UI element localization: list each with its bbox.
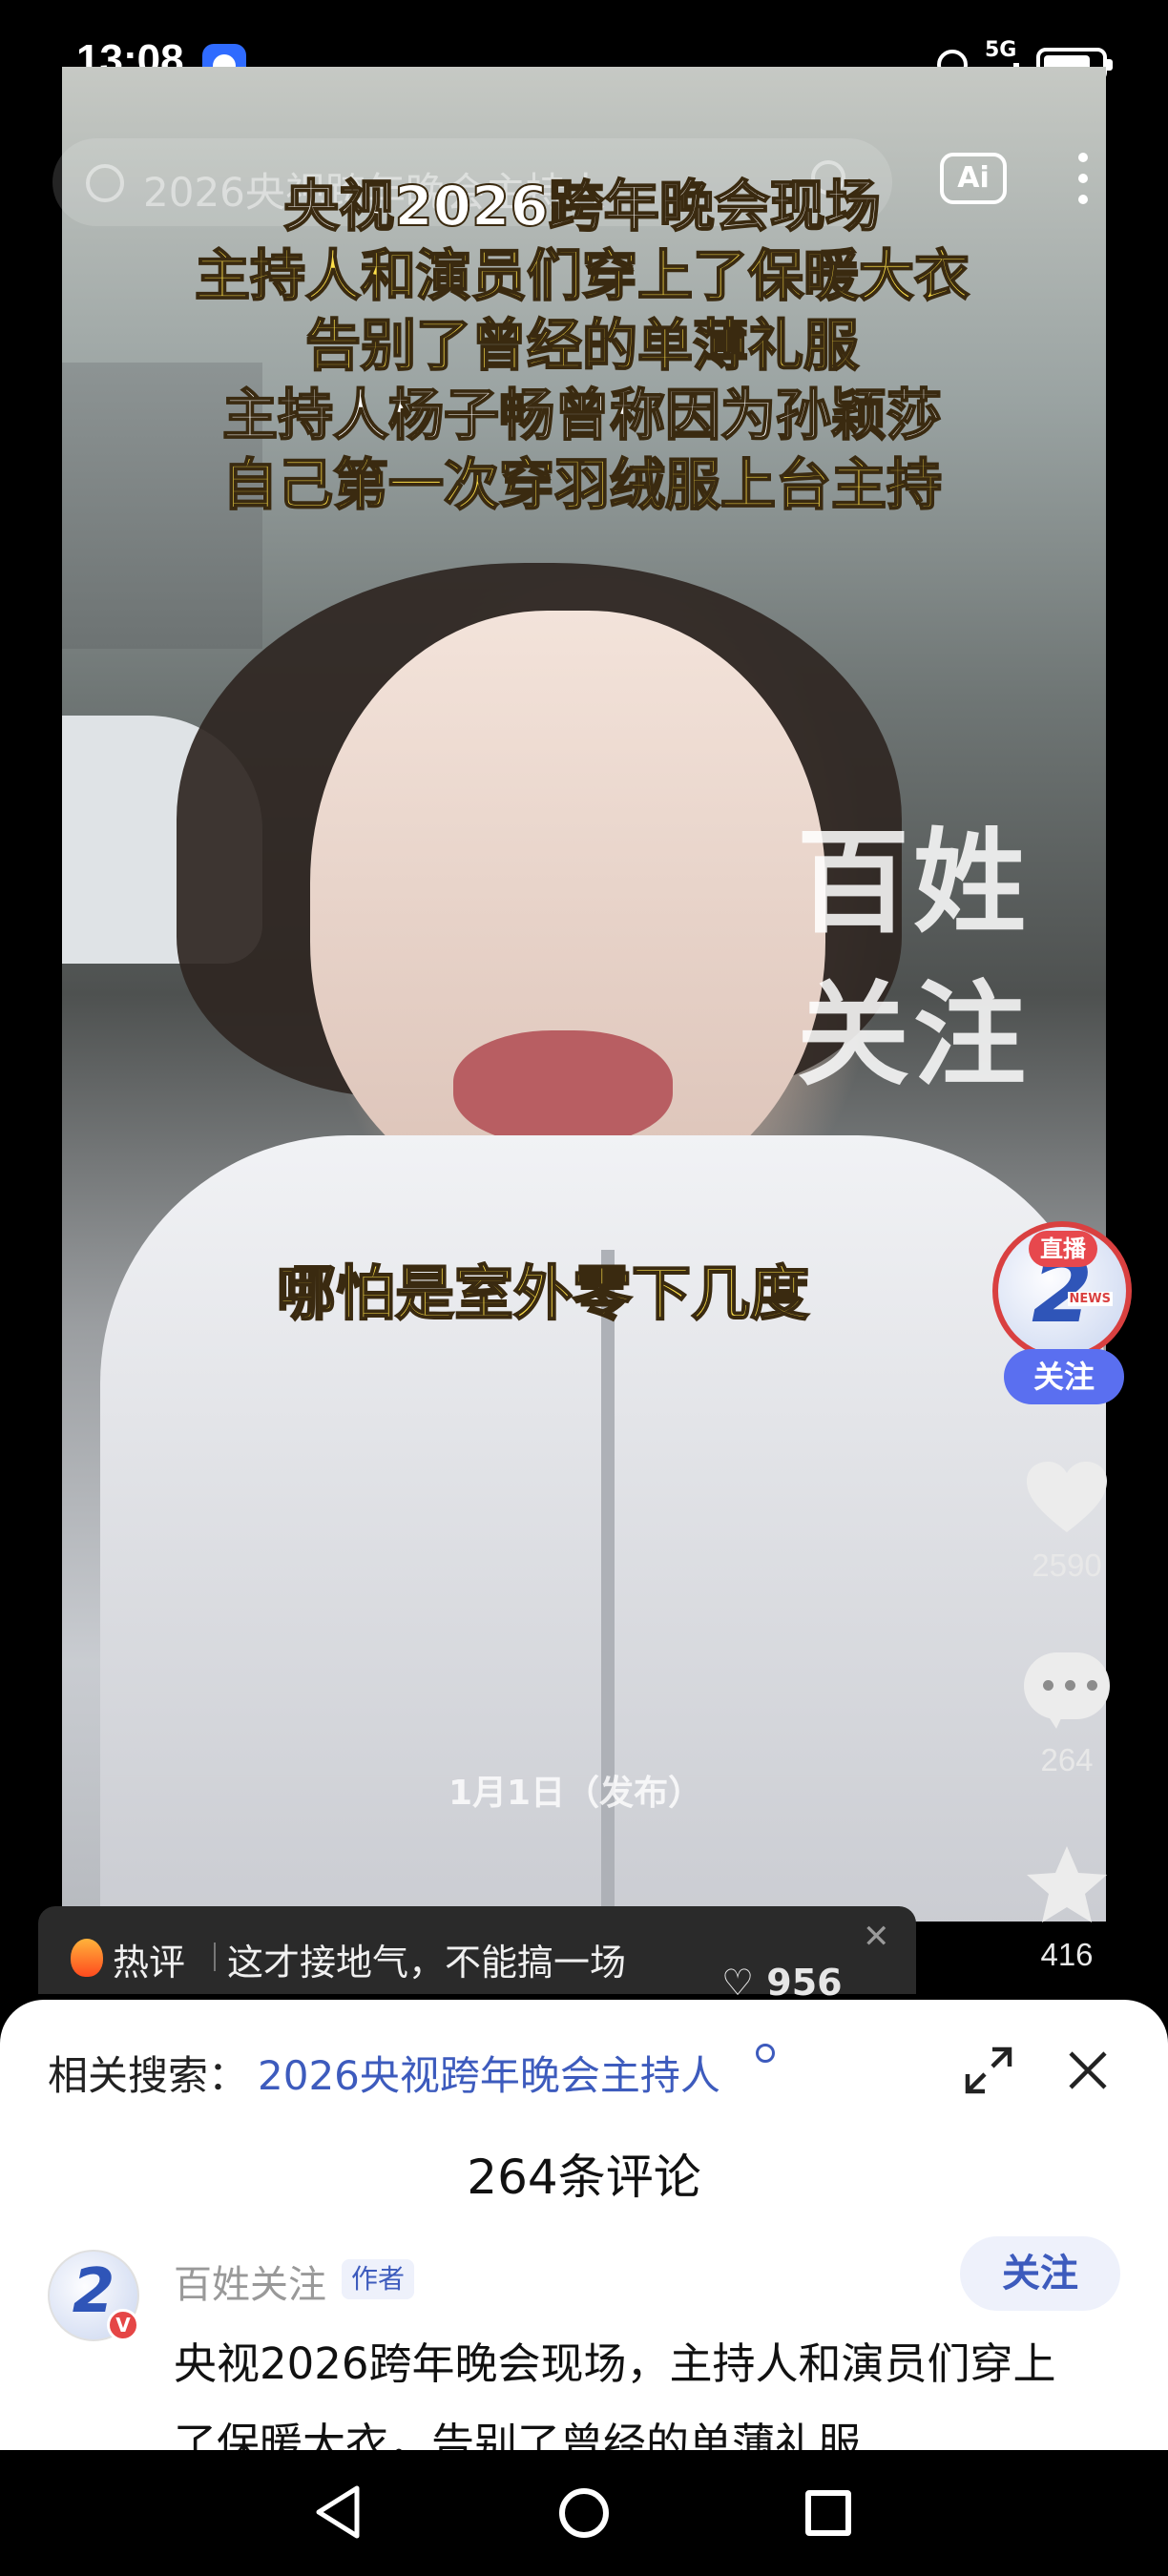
video-captions: 央视2026跨年晚会现场 主持人和演员们穿上了保暖大衣 告别了曾经的单薄礼服 主… [134, 172, 1031, 520]
expand-icon[interactable] [964, 2046, 1013, 2095]
comments-title: 264条评论 [467, 2150, 701, 2205]
caption-line: 央视2026跨年晚会现场 [282, 173, 881, 239]
author-follow-button[interactable]: 关注 [960, 2236, 1120, 2311]
hot-comment-like-count: 956 [766, 1962, 843, 2004]
hot-comment-like[interactable]: ♡ 956 [721, 1962, 843, 2004]
comment-icon[interactable] [1024, 1652, 1110, 1735]
live-badge[interactable]: 直播 [1029, 1231, 1097, 1267]
related-search-label: 相关搜索： [48, 2052, 249, 2099]
caption-line: 主持人和演员们穿上了保暖大衣 [194, 242, 970, 309]
home-icon[interactable] [559, 2488, 609, 2538]
more-options-icon[interactable] [1076, 153, 1090, 210]
author-tag: 作者 [342, 2259, 415, 2299]
navigation-bar [0, 2450, 1168, 2576]
follow-button[interactable]: 关注 [1004, 1349, 1124, 1404]
star-icon[interactable] [1024, 1843, 1110, 1925]
video-subtitle: 哪怕是室外零下几度 [276, 1257, 810, 1329]
like-action[interactable]: 2590 [1021, 1460, 1113, 1584]
close-icon[interactable] [1065, 2047, 1111, 2093]
search-icon[interactable] [756, 2044, 775, 2063]
favorite-action[interactable]: 416 [1021, 1843, 1113, 1973]
recent-apps-icon[interactable] [805, 2490, 851, 2536]
publish-date: 1月1日（发布） [448, 1774, 703, 1813]
caption-line: 告别了曾经的单薄礼服 [304, 312, 860, 379]
comment-action[interactable]: 264 [1021, 1652, 1113, 1778]
author-name[interactable]: 百姓关注 [174, 2254, 326, 2309]
channel-watermark: 百姓 关注 [797, 806, 1030, 1111]
divider [214, 1942, 216, 1971]
comment-count: 264 [1040, 1742, 1094, 1777]
heart-icon[interactable] [1025, 1460, 1109, 1536]
network-type: 5G [985, 38, 1017, 62]
watermark-line: 百姓 [797, 817, 1031, 948]
related-search-link[interactable]: 2026央视跨年晚会主持人 [258, 2044, 720, 2102]
close-icon[interactable]: ✕ [863, 1918, 890, 1956]
hot-comment-label: 热评 [113, 1942, 186, 1984]
hot-comment-text[interactable]: 这才接地气，不能搞一场 [227, 1933, 626, 1985]
watermark-line: 关注 [797, 969, 1031, 1101]
avatar-news-label: NEWS [1067, 1292, 1113, 1306]
caption-line: 自己第一次穿羽绒服上台主持 [221, 451, 943, 518]
verified-badge: V [107, 2309, 139, 2341]
back-icon[interactable] [313, 2484, 363, 2540]
presenter-mouth [453, 1030, 673, 1145]
comments-sheet: 相关搜索： 2026央视跨年晚会主持人 264条评论 2 V 百姓关注 作者 关… [0, 2000, 1168, 2469]
favorite-count: 416 [1040, 1937, 1094, 1972]
baidu-paw-icon [86, 164, 124, 202]
jacket-zipper [601, 1250, 615, 1922]
caption-line: 主持人杨子畅曾称因为孙颖莎 [221, 382, 943, 448]
hot-comment-bar[interactable]: 热评 这才接地气，不能搞一场 ✕ ♡ 956 [38, 1906, 916, 2004]
fire-icon [71, 1939, 103, 1977]
like-count: 2590 [1032, 1548, 1102, 1583]
